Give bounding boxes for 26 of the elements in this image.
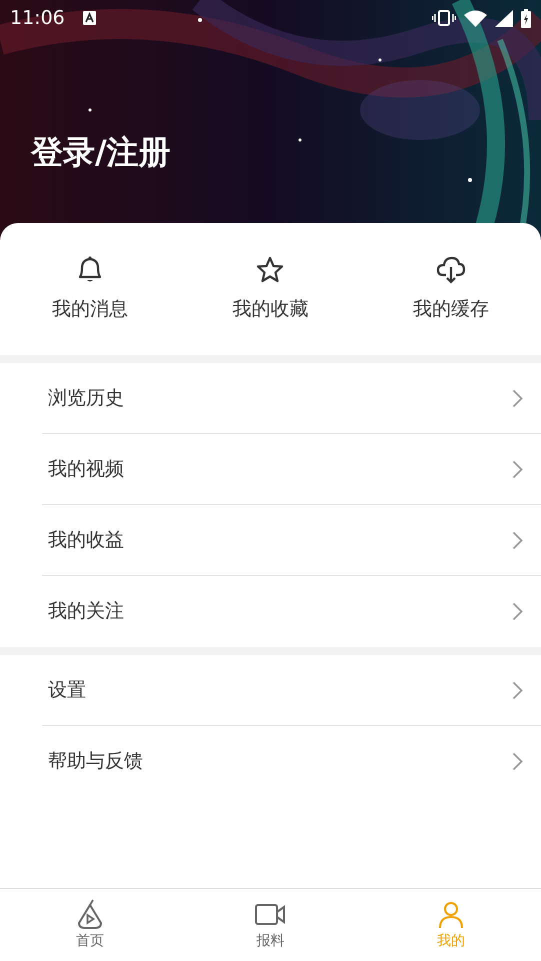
chevron-right-icon [512, 530, 523, 550]
star-icon [255, 254, 286, 285]
battery-icon [521, 8, 531, 28]
vibrate-icon [432, 10, 456, 26]
notification-icon [82, 11, 96, 25]
chevron-right-icon [512, 680, 523, 700]
chevron-right-icon [512, 752, 523, 771]
quick-action[interactable]: 我的缓存 [360, 254, 541, 324]
chevron-right-icon [512, 602, 523, 621]
menu-item[interactable]: 设置 [42, 655, 541, 726]
menu-item[interactable]: 帮助与反馈 [42, 726, 541, 797]
wifi-icon [464, 10, 487, 26]
tab-item[interactable]: 报料 [180, 889, 361, 961]
login-link[interactable]: 登录/注册 [31, 128, 171, 176]
signal-icon [495, 10, 513, 26]
chevron-right-icon [512, 460, 523, 478]
quick-action[interactable]: 我的收藏 [180, 254, 361, 324]
quick-action[interactable]: 我的消息 [0, 254, 180, 324]
chevron-right-icon [512, 388, 523, 408]
menu-item[interactable]: 我的关注 [42, 576, 541, 647]
menu-item[interactable]: 我的收益 [42, 505, 541, 576]
status-time: 11:06 [10, 6, 65, 31]
cloud-download-icon [436, 254, 466, 285]
tab-item[interactable]: 首页 [0, 889, 180, 961]
menu-item[interactable]: 我的视频 [42, 434, 541, 505]
menu-item[interactable]: 浏览历史 [42, 363, 541, 434]
